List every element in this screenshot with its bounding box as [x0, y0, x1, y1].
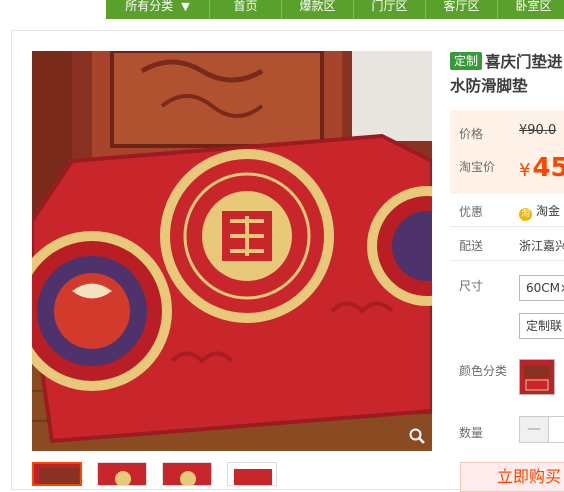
nav-item-bedroom[interactable]: 卧室区: [498, 0, 564, 19]
nav-item-bestsellers[interactable]: 爆款区: [282, 0, 354, 19]
thumbnail-strip: [32, 462, 277, 486]
size-option-custom[interactable]: 定制联: [519, 313, 564, 339]
product-title-line1: 喜庆门垫进: [485, 53, 563, 71]
taobao-price: ¥45: [519, 154, 564, 185]
divider: [450, 226, 564, 227]
nav-item-living-room[interactable]: 客厅区: [426, 0, 498, 19]
thumbnail-1[interactable]: [32, 462, 82, 486]
nav-item-label: 卧室区: [515, 0, 552, 13]
custom-badge: 定制: [450, 52, 483, 70]
currency-symbol: ¥: [519, 160, 531, 181]
product-title-line2: 水防滑脚垫: [450, 77, 528, 95]
caret-down-icon: ▼: [181, 0, 190, 13]
thumbnail-3[interactable]: [162, 462, 212, 486]
main-product-image[interactable]: [32, 51, 432, 451]
thumbnail-4[interactable]: [227, 462, 277, 486]
nav-all-categories-label: 所有分类: [125, 0, 174, 13]
thumbnail-2[interactable]: [97, 462, 147, 486]
magnifier-icon[interactable]: [408, 427, 426, 445]
color-option-swatch[interactable]: [519, 359, 555, 395]
buy-now-button[interactable]: 立即购买: [460, 462, 564, 492]
divider: [450, 260, 564, 261]
nav-item-label: 客厅区: [443, 0, 480, 13]
quantity-decrease-button[interactable]: —: [519, 416, 549, 443]
color-label: 颜色分类: [459, 364, 508, 378]
top-nav: 所有分类 ▼ 首页 爆款区 门厅区 客厅区 卧室区: [106, 0, 564, 19]
taobao-price-label: 淘宝价: [459, 160, 496, 174]
nav-item-label: 爆款区: [299, 0, 336, 13]
nav-item-label: 门厅区: [371, 0, 408, 13]
shipping-value: 浙江嘉兴: [519, 239, 564, 253]
quantity-label: 数量: [459, 426, 484, 440]
quantity-input[interactable]: [548, 416, 564, 443]
doormat-photo: [32, 51, 432, 451]
nav-item-label: 首页: [233, 0, 258, 13]
list-price-label: 价格: [459, 127, 484, 141]
size-option-60cm[interactable]: 60CM×: [519, 275, 564, 301]
size-label: 尺寸: [459, 279, 484, 293]
taobao-price-value: 45: [532, 153, 564, 183]
taojinbi-coin-icon: 淘: [519, 208, 532, 221]
product-title: 定制 喜庆门垫进 水防滑脚垫: [450, 50, 564, 98]
nav-item-home[interactable]: 首页: [210, 0, 282, 19]
nav-item-entrance[interactable]: 门厅区: [354, 0, 426, 19]
list-price-value: ¥90.0: [519, 123, 557, 138]
promo-text: 淘金: [536, 204, 561, 218]
shipping-label: 配送: [459, 239, 484, 253]
promo-value[interactable]: 淘淘金: [519, 202, 560, 221]
promo-label: 优惠: [459, 205, 484, 219]
nav-all-categories[interactable]: 所有分类 ▼: [106, 0, 210, 19]
